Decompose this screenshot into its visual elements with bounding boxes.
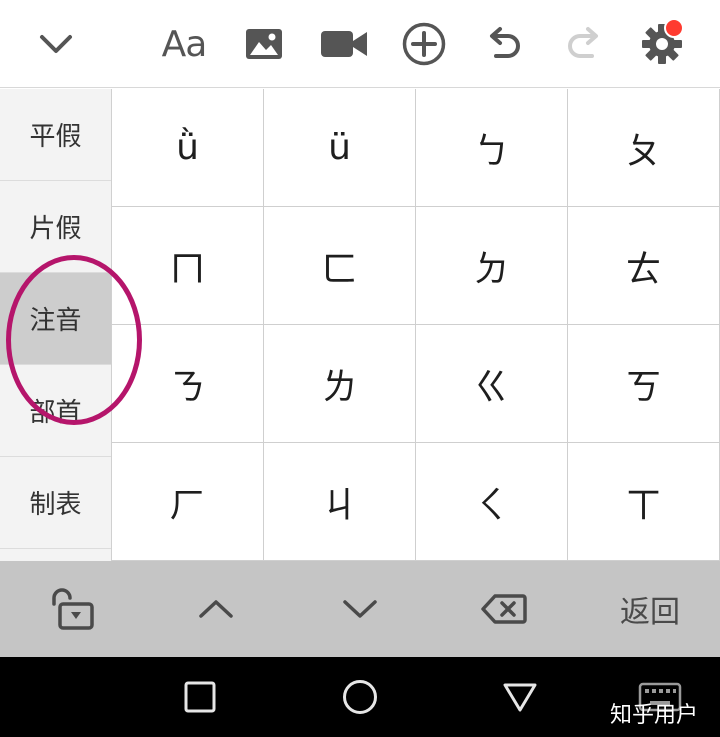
font-size-icon: Aa [161,23,208,65]
page-up-button[interactable] [176,577,256,641]
recents-button[interactable] [174,671,226,723]
page-down-button[interactable] [320,577,400,641]
category-radicals[interactable]: 部首 [0,365,111,457]
symbol-key[interactable]: ㄊ [568,207,720,325]
back-triangle-icon [503,683,537,712]
category-box-drawing[interactable]: 制表 [0,457,111,549]
recents-square-icon [184,681,216,713]
category-katakana[interactable]: 片假 [0,181,111,273]
editor-toolbar: Aa [0,0,720,88]
watermark-text: 知乎用户 [610,703,699,728]
undo-button[interactable] [472,12,536,76]
backspace-icon [481,594,527,624]
undo-icon [490,27,520,58]
collapse-keyboard-button[interactable] [24,12,88,76]
symbol-key[interactable]: ㄍ [416,325,568,443]
redo-button[interactable] [552,12,616,76]
symbol-key[interactable]: ü [264,89,416,207]
chevron-up-icon [199,600,233,618]
category-zhuyin[interactable]: 注音 [0,273,111,365]
symbol-key[interactable]: ㄏ [112,443,264,561]
symbol-key-grid: ǜ ü ㄅ ㄆ ㄇ ㄈ ㄉ ㄊ ㄋ ㄌ ㄍ ㄎ ㄏ ㄐ ㄑ ㄒ [112,89,720,561]
unlock-icon [52,588,94,630]
symbol-key[interactable]: ㄑ [416,443,568,561]
insert-button[interactable] [392,12,456,76]
symbol-key[interactable]: ㄒ [568,443,720,561]
symbol-key[interactable]: ㄋ [112,325,264,443]
chevron-down-icon [40,35,72,53]
symbol-key[interactable]: ㄆ [568,89,720,207]
notification-badge [664,18,684,38]
symbol-key[interactable]: ㄇ [112,207,264,325]
chevron-down-icon [343,600,377,618]
category-hiragana[interactable]: 平假 [0,89,111,181]
symbol-key[interactable]: ㄉ [416,207,568,325]
redo-icon [568,27,598,58]
symbol-key[interactable]: ㄅ [416,89,568,207]
video-icon [321,31,367,57]
symbol-key[interactable]: ǜ [112,89,264,207]
settings-button[interactable] [630,12,694,76]
delete-button[interactable] [464,577,544,641]
add-circle-icon [402,22,446,66]
font-button[interactable]: Aa [152,12,216,76]
video-button[interactable] [312,12,376,76]
image-button[interactable] [232,12,296,76]
symbol-key[interactable]: ㄎ [568,325,720,443]
return-button[interactable]: 返回 [600,577,700,641]
keyboard-action-bar: 返回 [0,561,720,657]
home-circle-icon [343,680,377,714]
lock-button[interactable] [32,577,112,641]
symbol-key[interactable]: ㄈ [264,207,416,325]
home-button[interactable] [334,671,386,723]
symbol-key[interactable]: ㄌ [264,325,416,443]
return-label: 返回 [620,595,680,630]
image-icon [246,29,282,59]
back-button[interactable] [494,671,546,723]
symbol-category-list: 平假 片假 注音 部首 制表 [0,89,112,561]
symbol-key[interactable]: ㄐ [264,443,416,561]
